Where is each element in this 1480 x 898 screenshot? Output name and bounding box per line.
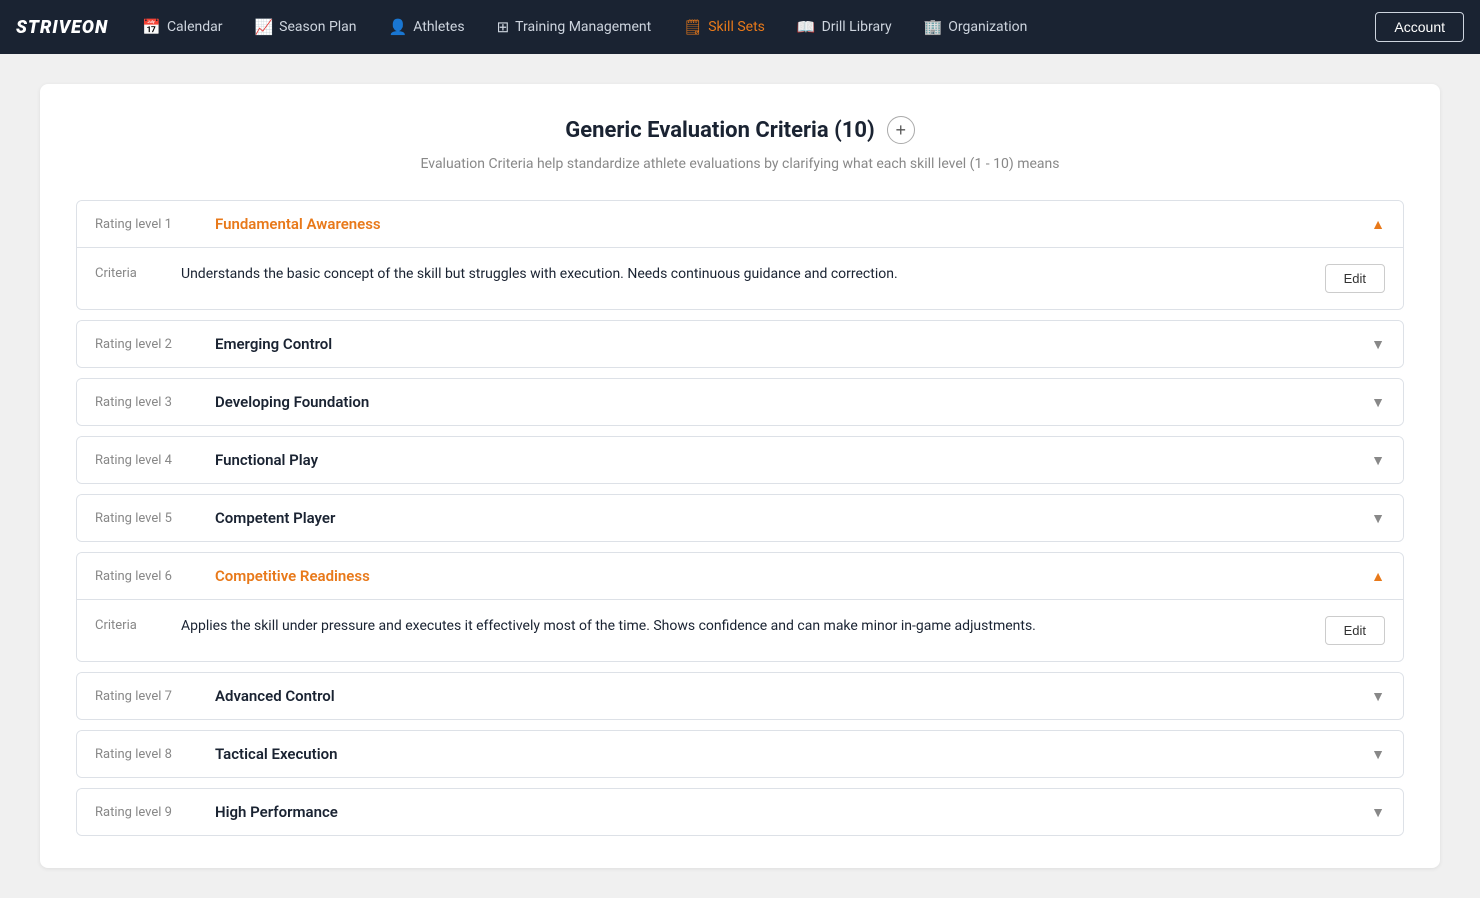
rating-label-8: Rating level 8 [95, 747, 205, 762]
season-plan-icon: 📈 [254, 18, 273, 36]
rating-name-4: Functional Play [215, 451, 1361, 469]
nav-label-organization: Organization [948, 19, 1027, 35]
nav-item-organization[interactable]: 🏢 Organization [910, 12, 1042, 42]
rating-header-8[interactable]: Rating level 8 Tactical Execution ▼ [77, 731, 1403, 777]
nav-item-athletes[interactable]: 👤 Athletes [375, 12, 479, 42]
nav-label-athletes: Athletes [413, 19, 464, 35]
chevron-icon-4: ▼ [1371, 452, 1385, 469]
criteria-label-1: Criteria [95, 264, 165, 281]
nav-label-calendar: Calendar [167, 19, 223, 35]
rating-item-3: Rating level 3 Developing Foundation ▼ [76, 378, 1404, 426]
evaluation-criteria-card: Generic Evaluation Criteria (10) + Evalu… [40, 84, 1440, 868]
nav-item-drill-library[interactable]: 📖 Drill Library [783, 12, 906, 42]
rating-label-2: Rating level 2 [95, 337, 205, 352]
nav-item-training-management[interactable]: ⊞ Training Management [483, 12, 666, 42]
page-content: Generic Evaluation Criteria (10) + Evalu… [0, 54, 1480, 898]
rating-body-6: Criteria Applies the skill under pressure… [77, 599, 1403, 661]
criteria-text-6: Applies the skill under pressure and exe… [181, 616, 1309, 637]
page-title: Generic Evaluation Criteria (10) [565, 118, 875, 143]
rating-body-1: Criteria Understands the basic concept of… [77, 247, 1403, 309]
nav-label-drill-library: Drill Library [822, 19, 892, 35]
drill-library-icon: 📖 [797, 18, 816, 36]
rating-item-4: Rating level 4 Functional Play ▼ [76, 436, 1404, 484]
card-header: Generic Evaluation Criteria (10) + [76, 116, 1404, 144]
rating-name-6: Competitive Readiness [215, 567, 1361, 585]
rating-item-7: Rating level 7 Advanced Control ▼ [76, 672, 1404, 720]
criteria-text-1: Understands the basic concept of the ski… [181, 264, 1309, 285]
rating-name-1: Fundamental Awareness [215, 215, 1361, 233]
edit-button-6[interactable]: Edit [1325, 616, 1385, 645]
rating-name-2: Emerging Control [215, 335, 1361, 353]
chevron-icon-1: ▲ [1371, 216, 1385, 233]
rating-label-6: Rating level 6 [95, 569, 205, 584]
rating-label-4: Rating level 4 [95, 453, 205, 468]
nav-item-season-plan[interactable]: 📈 Season Plan [240, 12, 370, 42]
rating-header-4[interactable]: Rating level 4 Functional Play ▼ [77, 437, 1403, 483]
chevron-icon-2: ▼ [1371, 336, 1385, 353]
rating-name-7: Advanced Control [215, 687, 1361, 705]
nav-item-calendar[interactable]: 📅 Calendar [128, 12, 236, 42]
add-criteria-button[interactable]: + [887, 116, 915, 144]
rating-label-3: Rating level 3 [95, 395, 205, 410]
main-nav: STRIVEON 📅 Calendar 📈 Season Plan 👤 Athl… [0, 0, 1480, 54]
organization-icon: 🏢 [924, 18, 943, 36]
account-button[interactable]: Account [1375, 12, 1464, 42]
rating-item-9: Rating level 9 High Performance ▼ [76, 788, 1404, 836]
chevron-icon-8: ▼ [1371, 746, 1385, 763]
chevron-icon-3: ▼ [1371, 394, 1385, 411]
nav-item-skill-sets[interactable]: 🗒 Skill Sets [669, 12, 779, 42]
rating-item-5: Rating level 5 Competent Player ▼ [76, 494, 1404, 542]
rating-item-6: Rating level 6 Competitive Readiness ▲ Crit… [76, 552, 1404, 662]
rating-header-3[interactable]: Rating level 3 Developing Foundation ▼ [77, 379, 1403, 425]
nav-label-season-plan: Season Plan [279, 19, 356, 35]
athletes-icon: 👤 [389, 18, 408, 36]
rating-item-8: Rating level 8 Tactical Execution ▼ [76, 730, 1404, 778]
training-management-icon: ⊞ [497, 18, 510, 36]
rating-name-8: Tactical Execution [215, 745, 1361, 763]
page-subtitle: Evaluation Criteria help standardize ath… [76, 156, 1404, 172]
nav-label-training-management: Training Management [515, 19, 651, 35]
edit-button-1[interactable]: Edit [1325, 264, 1385, 293]
rating-name-3: Developing Foundation [215, 393, 1361, 411]
rating-label-1: Rating level 1 [95, 217, 205, 232]
rating-label-9: Rating level 9 [95, 805, 205, 820]
chevron-icon-6: ▲ [1371, 568, 1385, 585]
rating-label-5: Rating level 5 [95, 511, 205, 526]
rating-label-7: Rating level 7 [95, 689, 205, 704]
brand-logo: STRIVEON [16, 17, 108, 38]
calendar-icon: 📅 [142, 18, 161, 36]
rating-header-7[interactable]: Rating level 7 Advanced Control ▼ [77, 673, 1403, 719]
rating-levels-list: Rating level 1 Fundamental Awareness ▲ Crit… [76, 200, 1404, 836]
chevron-icon-9: ▼ [1371, 804, 1385, 821]
rating-header-1[interactable]: Rating level 1 Fundamental Awareness ▲ [77, 201, 1403, 247]
chevron-icon-7: ▼ [1371, 688, 1385, 705]
rating-item-1: Rating level 1 Fundamental Awareness ▲ Crit… [76, 200, 1404, 310]
criteria-label-6: Criteria [95, 616, 165, 633]
rating-header-6[interactable]: Rating level 6 Competitive Readiness ▲ [77, 553, 1403, 599]
rating-header-5[interactable]: Rating level 5 Competent Player ▼ [77, 495, 1403, 541]
rating-header-2[interactable]: Rating level 2 Emerging Control ▼ [77, 321, 1403, 367]
rating-header-9[interactable]: Rating level 9 High Performance ▼ [77, 789, 1403, 835]
skill-sets-icon: 🗒 [683, 18, 702, 36]
rating-name-5: Competent Player [215, 509, 1361, 527]
rating-item-2: Rating level 2 Emerging Control ▼ [76, 320, 1404, 368]
rating-name-9: High Performance [215, 803, 1361, 821]
nav-label-skill-sets: Skill Sets [708, 19, 765, 35]
chevron-icon-5: ▼ [1371, 510, 1385, 527]
